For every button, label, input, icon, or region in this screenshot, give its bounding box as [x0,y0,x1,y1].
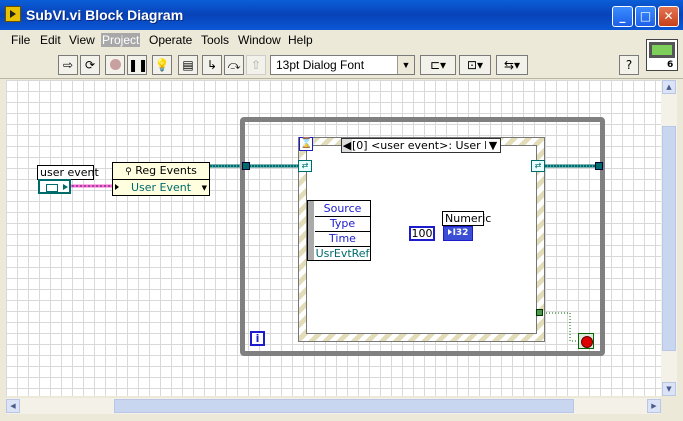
dynamic-event-terminal-right[interactable]: ⇄ [531,160,545,172]
menu-tools[interactable]: Tools [201,33,229,47]
block-diagram-canvas[interactable]: i ⌛ ◀[0] <user event>: User E ▼ ⇄ ⇄ Sour… [6,80,661,396]
event-data-time: Time [315,231,370,247]
font-select[interactable]: 13pt Dialog Font ▼ [270,55,415,75]
prev-case-icon[interactable]: ◀ [342,139,352,152]
refnum-icon [46,184,58,192]
iteration-terminal[interactable]: i [250,331,265,346]
highlight-execution-icon[interactable]: 💡 [152,55,172,75]
menu-project[interactable]: Project [101,33,141,47]
register-icon: ⚲ [125,167,132,177]
user-event-terminal[interactable] [38,179,71,194]
vertical-scroll-thumb[interactable] [662,126,676,351]
run-arrow-icon[interactable]: ⇨ [58,55,78,75]
reg-events-item[interactable]: User Event [113,180,209,196]
input-arrow-icon [115,184,119,190]
chevron-down-icon[interactable]: ▼ [486,139,500,152]
retain-wire-values-icon[interactable]: ▤ [178,55,198,75]
event-case-selector[interactable]: ◀[0] <user event>: User E ▼ [341,138,501,153]
register-for-events-node[interactable]: ⚲ Reg Events User Event ▼ [112,162,210,196]
window-title: SubVI.vi Block Diagram [26,7,184,23]
title-bar: SubVI.vi Block Diagram _ □ ✕ [0,0,683,30]
timeout-hourglass-icon[interactable]: ⌛ [299,137,313,151]
toolbar: ⇨ ⟳ ❚❚ 💡 ▤ ↳ ⤼ ⇧ 13pt Dialog Font ▼ ⊏▾ ⊡… [0,39,683,79]
abort-icon[interactable] [105,55,125,75]
stop-icon [581,336,593,348]
help-button[interactable]: ? [619,55,639,75]
event-data-type: Type [315,216,370,232]
step-out-icon: ⇧ [246,55,266,75]
menu-window[interactable]: Window [238,33,281,47]
step-into-icon[interactable]: ↳ [202,55,222,75]
stop-terminal[interactable] [578,333,594,349]
numeric-constant[interactable]: 100 [409,226,435,241]
stop-condition-tunnel[interactable] [536,309,543,316]
reorder-icon[interactable]: ⇆▾ [496,55,528,75]
tunnel-right[interactable] [595,162,603,170]
align-objects-icon[interactable]: ⊏▾ [420,55,456,75]
chevron-down-icon: ▼ [201,184,207,192]
menu-file[interactable]: File [11,33,30,47]
horizontal-scroll-thumb[interactable] [114,399,574,413]
tunnel-left[interactable] [242,162,250,170]
labview-vi-icon[interactable] [5,6,21,22]
event-case-label: [0] <user event>: User E [352,139,492,152]
menu-edit[interactable]: Edit [40,33,61,47]
event-data-node[interactable]: Source Type Time UsrEvtRef [307,200,371,261]
event-data-source: Source [315,201,370,217]
maximize-button[interactable]: □ [635,6,656,27]
event-data-usrevtref: UsrEvtRef [315,247,370,260]
horizontal-scrollbar[interactable]: ◀ ▶ [6,398,661,414]
scroll-left-icon[interactable]: ◀ [6,399,20,413]
input-arrow-icon [447,229,452,235]
scroll-right-icon[interactable]: ▶ [647,399,661,413]
output-arrow-icon [63,184,68,190]
numeric-type-label: I32 [452,228,469,238]
scroll-up-icon[interactable]: ▲ [662,80,676,94]
menu-help[interactable]: Help [288,33,313,47]
user-event-label: user event [37,165,99,180]
dynamic-event-terminal-left[interactable]: ⇄ [298,160,312,172]
numeric-label: Numeric [442,211,491,226]
menu-view[interactable]: View [69,33,95,47]
distribute-objects-icon[interactable]: ⊡▾ [459,55,491,75]
pause-icon[interactable]: ❚❚ [127,55,148,75]
run-continuously-icon[interactable]: ⟳ [80,55,100,75]
font-select-value: 13pt Dialog Font [276,58,365,72]
minimize-button[interactable]: _ [612,6,633,27]
reg-events-title: Reg Events [135,164,197,177]
chevron-down-icon: ▼ [397,56,414,74]
scroll-down-icon[interactable]: ▼ [662,382,676,396]
menu-bar: File Edit View Project Operate Tools Win… [0,30,683,50]
close-button[interactable]: ✕ [658,6,679,27]
menu-operate[interactable]: Operate [149,33,192,47]
vertical-scrollbar[interactable]: ▲ ▼ [661,80,677,396]
step-over-icon[interactable]: ⤼ [224,55,244,75]
numeric-indicator[interactable]: I32 [443,226,473,241]
connector-pane-icon [649,42,675,58]
vi-icon[interactable]: 6 [646,39,678,71]
